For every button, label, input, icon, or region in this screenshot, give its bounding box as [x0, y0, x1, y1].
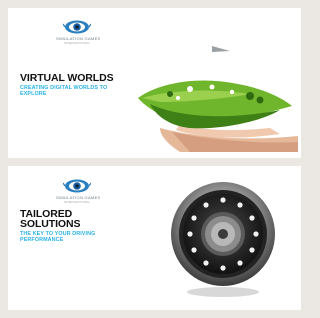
ad-headline: VIRTUAL WORLDS [20, 72, 114, 84]
brand-subtitle: INTERNATIONAL [63, 41, 91, 45]
brand-logo: SIMULATION GAMES INTERNATIONAL [56, 177, 100, 204]
ad-tagline: CREATING DIGITAL WORLDS TO EXPLORE [20, 85, 108, 98]
brand-logo: SIMULATION GAMES INTERNATIONAL [56, 18, 100, 45]
ad-tagline: THE KEY TO YOUR DRIVING PERFORMANCE [20, 231, 96, 244]
ad-card-tailored-solutions[interactable]: SIMULATION GAMES INTERNATIONAL TAILORED … [8, 166, 301, 310]
ad-card-virtual-worlds[interactable]: SIMULATION GAMES INTERNATIONAL VIRTUAL W… [8, 8, 301, 158]
eye-logo-icon [63, 179, 91, 193]
ad-headline: TAILORED SOLUTIONS [20, 208, 81, 230]
eye-logo-icon [63, 20, 91, 34]
steering-wheel-dial-image [171, 182, 275, 297]
brand-subtitle: INTERNATIONAL [63, 200, 91, 204]
hands-holding-landscape-image [138, 46, 298, 152]
